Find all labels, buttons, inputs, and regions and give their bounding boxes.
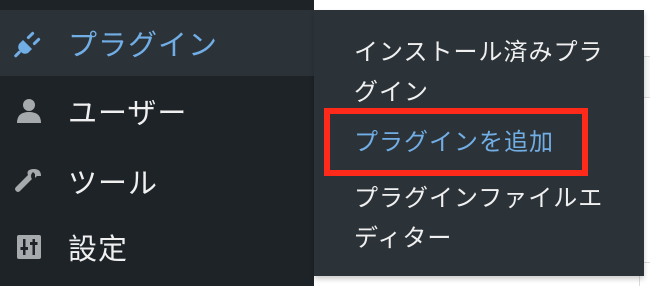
submenu-plugin-file-editor[interactable]: プラグインファイルエ ディター <box>354 178 634 258</box>
user-icon <box>14 96 44 126</box>
submenu-item-label: プラグインファイルエ <box>354 184 604 212</box>
plugins-submenu: インストール済みプラ グイン プラグインを追加 プラグインファイルエ ディター <box>314 10 644 276</box>
submenu-add-plugin[interactable]: プラグインを追加 <box>354 122 634 162</box>
submenu-item-label: インストール済みプラ <box>354 38 604 66</box>
sidebar-item-label: ユーザー <box>68 96 188 130</box>
sidebar-item-users[interactable]: ユーザー <box>0 78 314 144</box>
admin-sidebar: プラグイン ユーザー ツール 設定 <box>0 0 314 286</box>
plugin-icon <box>14 28 44 58</box>
submenu-item-label: ディター <box>354 224 453 252</box>
sidebar-item-tools[interactable]: ツール <box>0 148 314 214</box>
flyout-pointer <box>298 30 314 62</box>
sidebar-item-settings[interactable]: 設定 <box>0 214 314 280</box>
wrench-icon <box>14 166 44 196</box>
submenu-item-label: グイン <box>354 78 429 106</box>
admin-screen: プラグイン ユーザー ツール 設定 インストール済みプラ グイン プラグインを追… <box>0 0 650 286</box>
submenu-installed-plugins[interactable]: インストール済みプラ グイン <box>354 32 634 112</box>
submenu-item-label: プラグインを追加 <box>354 128 554 156</box>
sidebar-item-label: プラグイン <box>68 28 219 62</box>
sidebar-item-plugins[interactable]: プラグイン <box>0 10 314 76</box>
settings-sliders-icon <box>14 232 44 262</box>
sidebar-item-label: 設定 <box>68 232 129 266</box>
sidebar-item-label: ツール <box>68 166 159 200</box>
